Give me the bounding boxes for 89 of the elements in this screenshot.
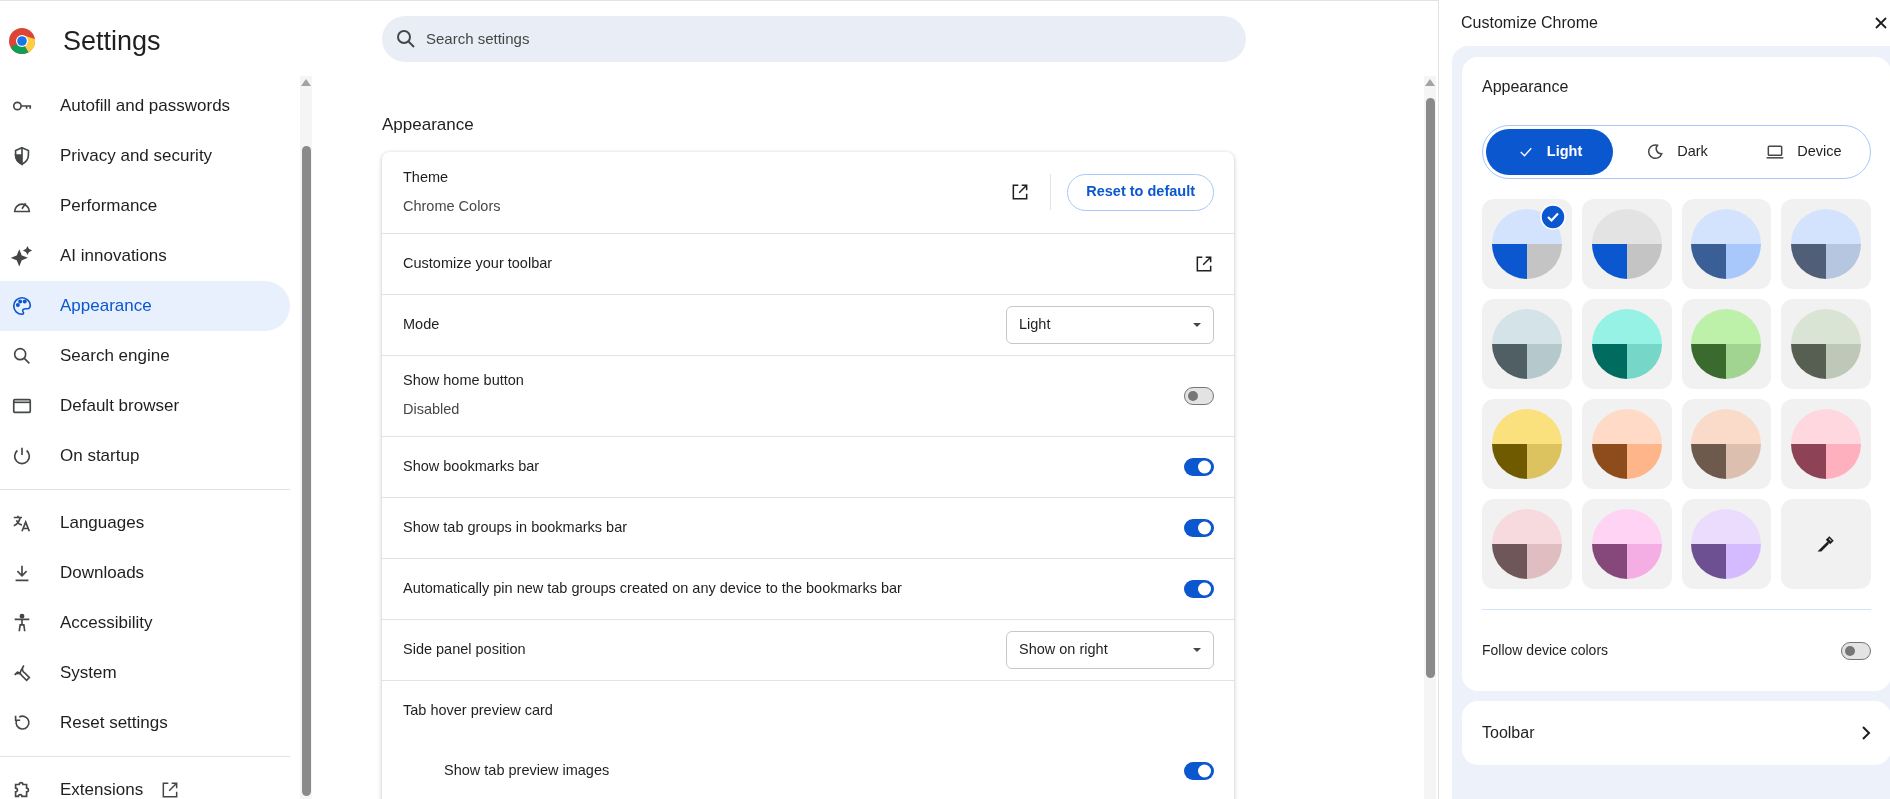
toggle-switch[interactable]	[1184, 579, 1214, 598]
color-swatch[interactable]	[1781, 399, 1871, 489]
color-swatch[interactable]	[1581, 499, 1672, 589]
sidebar-item[interactable]: Extensions	[0, 765, 290, 799]
color-circle-icon	[1491, 409, 1562, 479]
sidebar-item[interactable]: AI innovations	[0, 231, 290, 281]
setting-label: Show home button	[403, 371, 524, 391]
sidebar-item[interactable]: Reset settings	[0, 698, 290, 748]
panel-title: Customize Chrome	[1461, 13, 1598, 33]
sidebar-item[interactable]: Downloads	[0, 548, 290, 598]
color-circle-icon	[1491, 509, 1562, 579]
color-swatch[interactable]	[1482, 499, 1572, 589]
scrollbar[interactable]	[300, 76, 312, 799]
setting-sublabel: Chrome Colors	[403, 196, 501, 216]
sidebar-item[interactable]: Accessibility	[0, 598, 290, 648]
setting-label: Tab hover preview card	[403, 700, 553, 720]
search-icon	[396, 29, 416, 49]
laptop-icon	[1765, 142, 1786, 162]
color-swatch[interactable]	[1482, 199, 1572, 289]
mode-option[interactable]: Dark	[1613, 129, 1740, 175]
selected-check-icon	[1539, 204, 1566, 230]
close-icon	[1875, 17, 1887, 29]
color-circle-icon	[1691, 409, 1762, 479]
toggle-switch[interactable]	[1841, 641, 1871, 660]
setting-sublabel: Disabled	[403, 400, 461, 419]
sidebar-item[interactable]: On startup	[0, 431, 290, 481]
toggle-switch[interactable]	[1184, 518, 1214, 537]
dropdown[interactable]: Show on right	[1006, 630, 1214, 669]
setting-label: Side panel position	[403, 639, 526, 659]
color-circle-icon	[1691, 209, 1762, 279]
color-swatch[interactable]	[1482, 399, 1572, 489]
color-swatch[interactable]	[1681, 299, 1772, 389]
color-circle-icon	[1491, 309, 1562, 379]
search-input[interactable]: Search settings	[426, 27, 1232, 51]
color-swatch[interactable]	[1781, 299, 1871, 389]
setting-label: Mode	[403, 314, 440, 334]
setting-label: Show bookmarks bar	[403, 456, 540, 476]
toggle-switch[interactable]	[1184, 386, 1214, 405]
color-circle-icon	[1791, 409, 1862, 479]
settings-title: Settings	[63, 24, 161, 58]
sidebar-item[interactable]: Search engine	[0, 331, 290, 381]
sidebar-item[interactable]: Languages	[0, 498, 290, 548]
setting-label: Show tab groups in bookmarks bar	[403, 517, 628, 537]
dropdown[interactable]: Light	[1006, 305, 1214, 344]
color-circle-icon	[1591, 309, 1662, 379]
chrome-logo-icon	[8, 27, 36, 55]
color-circle-icon	[1791, 209, 1862, 279]
section-heading: Appearance	[382, 114, 475, 136]
chevron-right-icon	[1861, 725, 1871, 741]
sidebar-item[interactable]: Privacy and security	[0, 131, 290, 181]
search-field[interactable]: Search settings	[382, 16, 1246, 62]
setting-label: Automatically pin new tab groups created on any device to the bookmarks bar	[403, 578, 902, 598]
mode-option[interactable]: Device	[1740, 129, 1867, 175]
sidebar-item[interactable]: System	[0, 648, 290, 698]
sidebar-item[interactable]: Performance	[0, 181, 290, 231]
toggle-switch[interactable]	[1184, 762, 1214, 780]
color-swatch[interactable]	[1581, 399, 1672, 489]
toolbar-row[interactable]: Toolbar	[1462, 701, 1890, 765]
toggle-switch[interactable]	[1184, 457, 1214, 476]
color-circle-icon	[1591, 509, 1662, 579]
setting-label: Customize your toolbar	[403, 253, 553, 273]
color-swatch[interactable]	[1781, 199, 1871, 289]
eyedropper-icon	[1816, 534, 1837, 554]
palette-icon	[11, 295, 33, 317]
color-circle-icon	[1791, 309, 1862, 379]
color-swatch[interactable]	[1681, 499, 1772, 589]
setting-label: Theme	[403, 167, 450, 187]
setting-label: Show tab preview images	[444, 761, 610, 781]
sparkle-icon	[11, 245, 33, 267]
mode-option[interactable]: Light	[1486, 129, 1613, 175]
color-swatch[interactable]	[1681, 399, 1772, 489]
color-circle-icon	[1591, 409, 1662, 479]
follow-colors-label: Follow device colors	[1482, 641, 1609, 660]
sidebar-item[interactable]: Autofill and passwords	[0, 81, 290, 131]
color-swatch[interactable]	[1581, 199, 1672, 289]
color-circle-icon	[1691, 509, 1762, 579]
sidebar-item[interactable]: Appearance	[0, 281, 290, 331]
color-swatch[interactable]	[1581, 299, 1672, 389]
card-title: Appearance	[1482, 77, 1570, 97]
sidebar-item[interactable]: Default browser	[0, 381, 290, 431]
color-circle-icon	[1591, 209, 1662, 279]
color-swatch[interactable]	[1482, 299, 1572, 389]
color-swatch[interactable]	[1681, 199, 1772, 289]
search-icon	[11, 345, 33, 367]
power-icon	[11, 445, 33, 467]
color-swatch[interactable]	[1781, 499, 1871, 589]
color-circle-icon	[1691, 309, 1762, 379]
scrollbar[interactable]	[1424, 76, 1436, 799]
color-circle-icon	[1491, 209, 1562, 279]
